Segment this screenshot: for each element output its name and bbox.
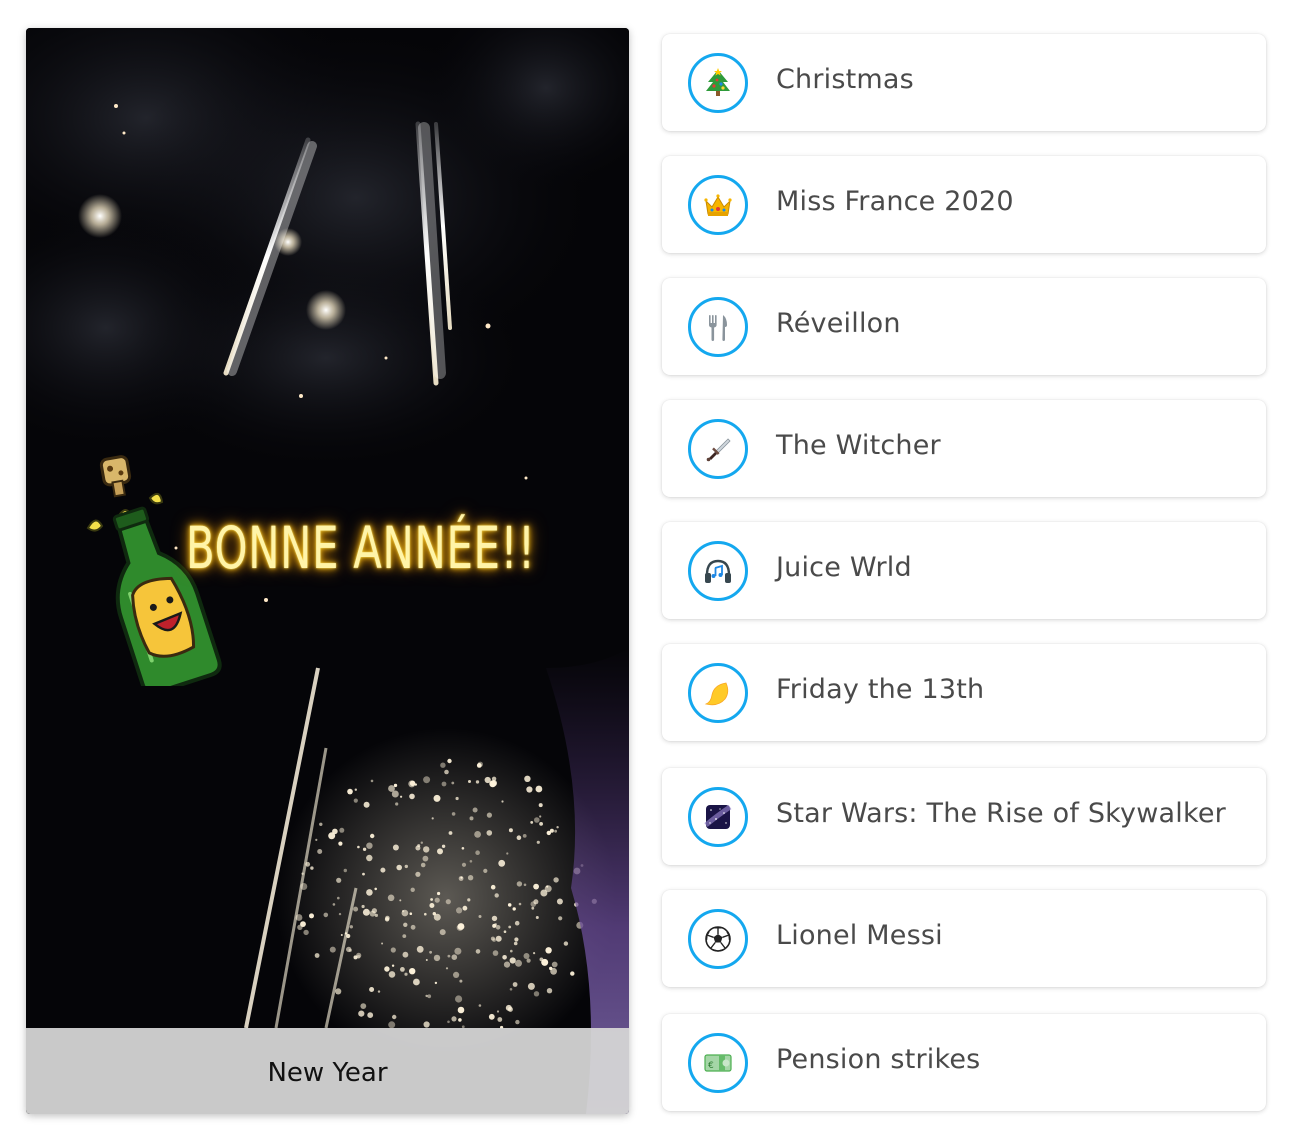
- topic-item-pension-strikes[interactable]: € Pension strikes: [662, 1014, 1266, 1111]
- crown-icon: [704, 194, 732, 216]
- story-caption: New Year: [267, 1058, 388, 1088]
- topic-label: Miss France 2020: [776, 186, 1014, 217]
- topic-badge: [688, 419, 748, 479]
- story-preview[interactable]: BONNE ANNÉE!! New Year: [26, 28, 629, 1114]
- topic-label: Lionel Messi: [776, 920, 943, 951]
- topic-item-the-witcher[interactable]: The Witcher: [662, 400, 1266, 497]
- topic-label: The Witcher: [776, 430, 941, 461]
- topic-badge: [688, 297, 748, 357]
- topic-badge: [688, 541, 748, 601]
- page: BONNE ANNÉE!! New Year Christmas Miss Fr…: [0, 0, 1300, 1140]
- topic-item-reveillon[interactable]: Réveillon: [662, 278, 1266, 375]
- topic-label: Juice Wrld: [776, 552, 912, 583]
- christmas-tree-icon: [706, 68, 730, 96]
- dagger-icon: [706, 438, 731, 462]
- story-overlay-text: BONNE ANNÉE!!: [186, 514, 536, 582]
- topic-label: Friday the 13th: [776, 674, 985, 705]
- topic-item-star-wars[interactable]: Star Wars: The Rise of Skywalker: [662, 768, 1266, 865]
- topic-badge: [688, 787, 748, 847]
- topic-label: Pension strikes: [776, 1044, 981, 1075]
- headphones-icon: [705, 559, 731, 583]
- topic-item-miss-france-2020[interactable]: Miss France 2020: [662, 156, 1266, 253]
- crescent-moon-icon: [704, 682, 729, 706]
- topic-item-friday-the-13th[interactable]: Friday the 13th: [662, 644, 1266, 741]
- topic-label: Star Wars: The Rise of Skywalker: [776, 798, 1226, 829]
- svg-text:€: €: [708, 1061, 714, 1071]
- soccer-ball-icon: [705, 926, 731, 952]
- topic-badge: €: [688, 1033, 748, 1093]
- topic-badge: [688, 53, 748, 113]
- topic-badge: [688, 663, 748, 723]
- topic-badge: [688, 909, 748, 969]
- topic-item-lionel-messi[interactable]: Lionel Messi: [662, 890, 1266, 987]
- fork-knife-icon: [709, 315, 727, 341]
- topic-badge: [688, 175, 748, 235]
- topic-item-christmas[interactable]: Christmas: [662, 34, 1266, 131]
- milky-way-icon: [704, 804, 732, 829]
- euro-banknote-icon: €: [704, 1054, 732, 1072]
- topic-label: Réveillon: [776, 308, 901, 339]
- story-caption-bar: New Year: [26, 1028, 629, 1114]
- topic-item-juice-wrld[interactable]: Juice Wrld: [662, 522, 1266, 619]
- topic-label: Christmas: [776, 64, 914, 95]
